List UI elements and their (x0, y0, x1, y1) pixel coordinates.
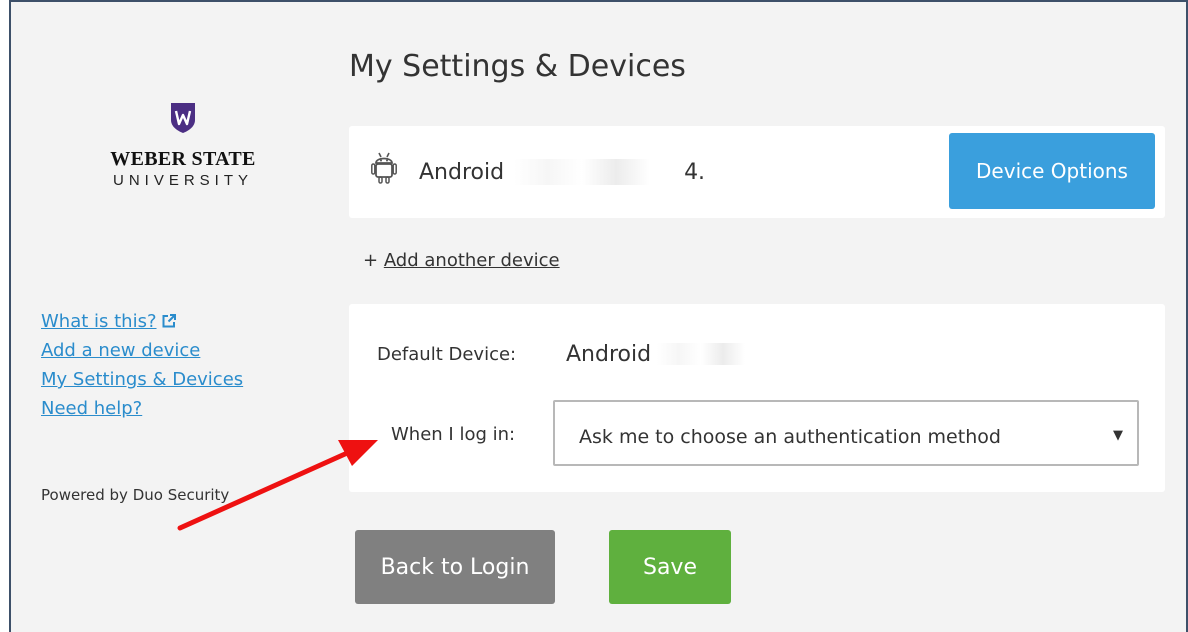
back-to-login-button[interactable]: Back to Login (355, 530, 555, 604)
add-device-row: + Add another device (363, 250, 560, 271)
sidebar-link-need-help[interactable]: Need help? (41, 394, 243, 423)
android-icon (371, 152, 397, 184)
device-name: Android 4. (419, 159, 705, 185)
shield-icon (171, 103, 195, 133)
sidebar-link-what-is-this[interactable]: What is this? (41, 307, 243, 336)
redacted-phone-number (657, 343, 768, 365)
external-link-icon (162, 314, 176, 328)
login-method-label: When I log in: (391, 424, 516, 445)
add-another-device-link[interactable]: Add another device (384, 250, 560, 271)
save-button[interactable]: Save (609, 530, 731, 604)
sidebar-link-add-new-device[interactable]: Add a new device (41, 336, 243, 365)
sidebar-link-label: What is this? (41, 311, 157, 332)
add-device-prefix: + (363, 250, 384, 271)
login-method-select[interactable]: Ask me to choose an authentication metho… (553, 400, 1139, 466)
logo-line2: UNIVERSITY (112, 172, 253, 189)
powered-by-text: Powered by Duo Security (41, 486, 230, 504)
sidebar-links: What is this? Add a new device My Settin… (41, 307, 243, 423)
default-device-name: Android (566, 342, 652, 367)
page-title: My Settings & Devices (349, 49, 686, 84)
device-name-label: Android (419, 160, 505, 185)
redacted-phone-number (514, 159, 685, 185)
logo-line1: WEBER STATE (110, 148, 256, 170)
caret-down-icon: ▼ (1113, 428, 1123, 443)
device-card: Android 4. Device Options (349, 126, 1165, 218)
device-options-button[interactable]: Device Options (949, 133, 1155, 209)
default-device-label: Default Device: (377, 344, 517, 365)
settings-card: Default Device: Android When I log in: A… (349, 304, 1165, 492)
device-name-suffix: 4. (684, 160, 706, 185)
app-frame: WEBER STATE UNIVERSITY What is this? Add… (9, 0, 1188, 632)
sidebar-link-my-settings[interactable]: My Settings & Devices (41, 365, 243, 394)
weber-state-logo: WEBER STATE UNIVERSITY (83, 102, 283, 189)
login-method-value: Ask me to choose an authentication metho… (579, 426, 1001, 448)
default-device-value: Android (566, 342, 768, 367)
